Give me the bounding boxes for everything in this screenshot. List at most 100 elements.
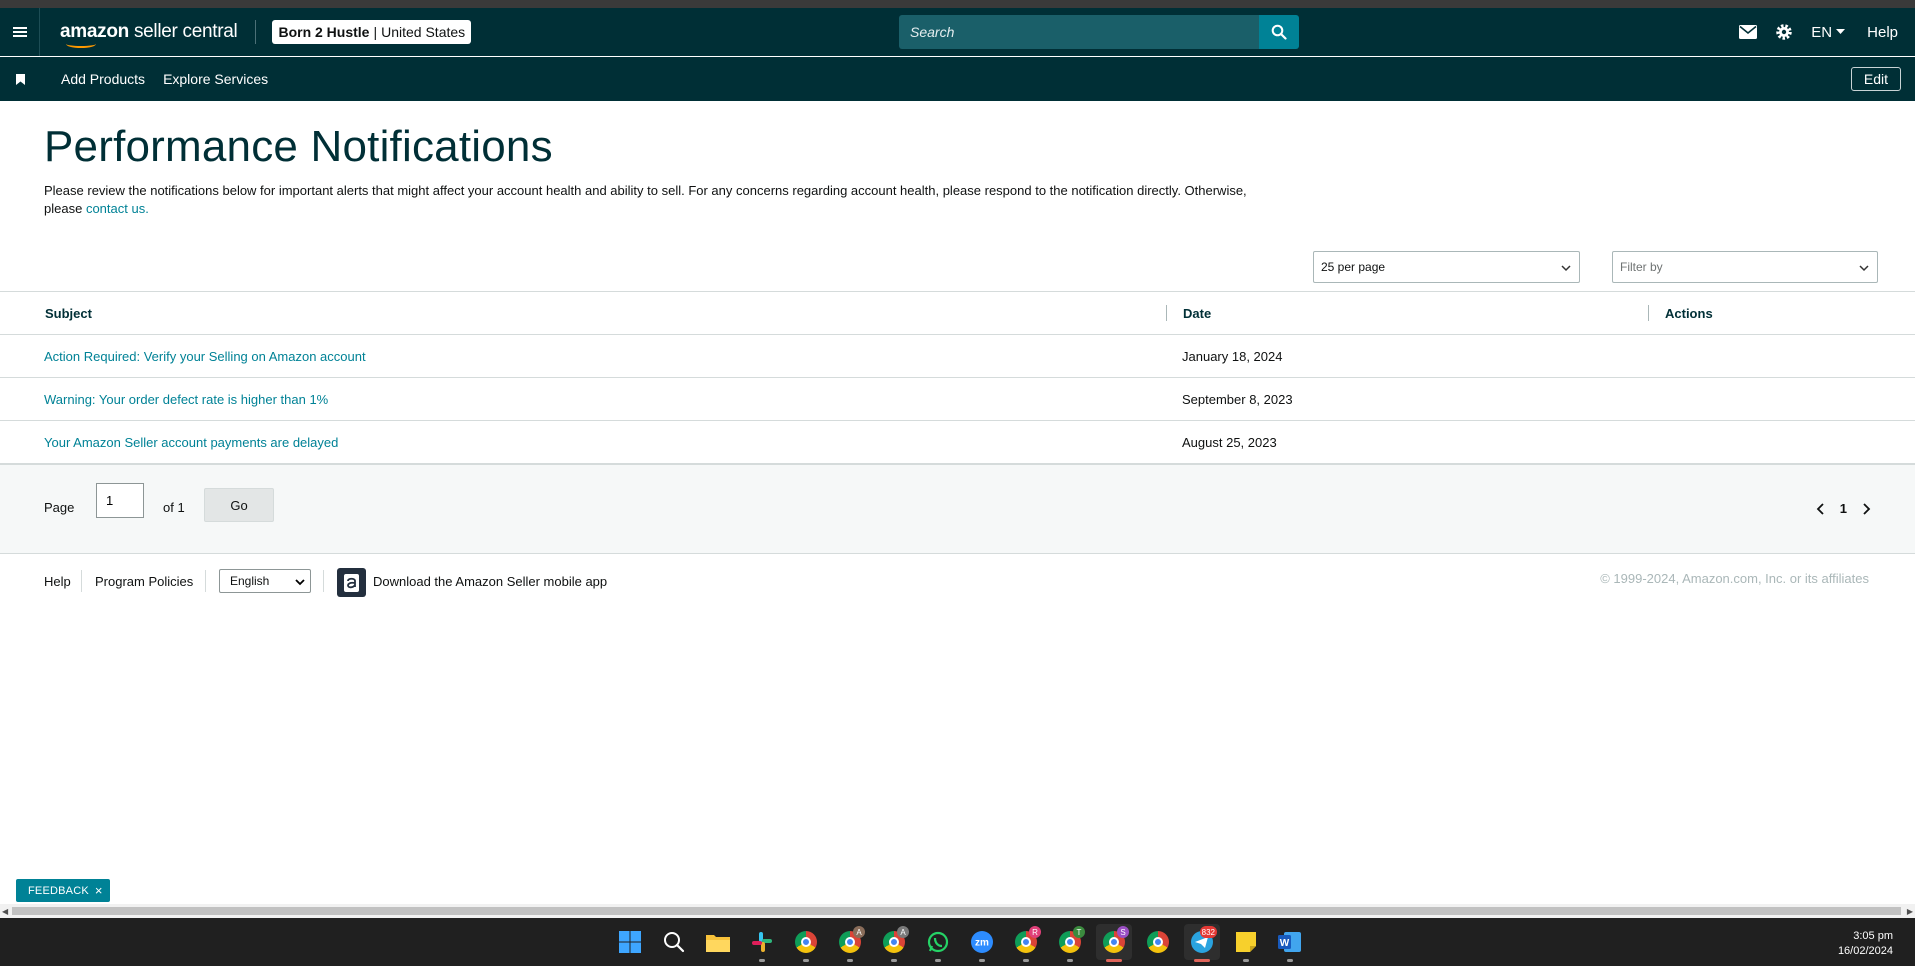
- notification-subject-link[interactable]: Action Required: Verify your Selling on …: [44, 349, 366, 364]
- help-link[interactable]: Help: [1867, 24, 1898, 41]
- filter-select[interactable]: Filter by: [1612, 251, 1878, 283]
- windows-start-icon[interactable]: [612, 924, 648, 960]
- go-button[interactable]: Go: [204, 488, 274, 522]
- chrome-profile-icon[interactable]: T: [1052, 924, 1088, 962]
- clock-time: 3:05 pm: [1853, 930, 1893, 942]
- notification-subject-link[interactable]: Warning: Your order defect rate is highe…: [44, 392, 328, 407]
- bookmark-icon[interactable]: [0, 73, 40, 85]
- sticky-notes-icon[interactable]: [1228, 924, 1264, 962]
- running-indicator: [891, 959, 897, 962]
- running-indicator: [979, 959, 985, 962]
- gear-icon[interactable]: [1775, 23, 1793, 41]
- clock-date: 16/02/2024: [1837, 945, 1893, 957]
- account-store-name: Born 2 Hustle: [278, 24, 370, 40]
- profile-badge: A: [897, 926, 909, 938]
- nav-explore-services[interactable]: Explore Services: [163, 71, 268, 87]
- word-icon[interactable]: W: [1272, 924, 1308, 962]
- horizontal-scrollbar[interactable]: ◀ ▶: [0, 904, 1915, 918]
- profile-badge: T: [1073, 926, 1085, 938]
- page-title: Performance Notifications: [44, 122, 553, 171]
- copyright-text: © 1999-2024, Amazon.com, Inc. or its aff…: [1600, 571, 1869, 586]
- active-indicator: [1106, 959, 1122, 962]
- amazon-app-icon[interactable]: [337, 568, 366, 597]
- chrome-profile-icon-active[interactable]: S: [1096, 924, 1132, 962]
- edit-nav-button[interactable]: Edit: [1850, 67, 1901, 91]
- description-text: Please review the notifications below fo…: [44, 183, 1247, 216]
- running-indicator: [1023, 959, 1029, 962]
- account-marketplace: United States: [381, 24, 466, 40]
- contact-us-link[interactable]: contact us.: [86, 201, 149, 216]
- chevron-right-icon[interactable]: [1861, 502, 1871, 515]
- filter-placeholder: Filter by: [1620, 260, 1663, 274]
- search-input[interactable]: [899, 15, 1259, 49]
- download-app-link[interactable]: Download the Amazon Seller mobile app: [373, 574, 607, 589]
- language-selector[interactable]: EN: [1811, 23, 1846, 41]
- running-indicator: [935, 959, 941, 962]
- per-page-select[interactable]: 25 per page: [1313, 251, 1580, 283]
- chevron-left-icon[interactable]: [1816, 502, 1826, 515]
- page-label: Page: [44, 500, 75, 515]
- whatsapp-icon[interactable]: [920, 924, 956, 962]
- mail-icon[interactable]: [1739, 25, 1758, 39]
- footer-language-select[interactable]: English: [219, 569, 311, 593]
- nav-bar: Add Products Explore Services Edit: [0, 57, 1915, 101]
- search-icon: [1271, 24, 1287, 40]
- zoom-icon[interactable]: zm: [964, 924, 1000, 962]
- footer-divider: [205, 570, 206, 592]
- column-divider: [1166, 305, 1167, 321]
- footer-program-policies-link[interactable]: Program Policies: [95, 574, 193, 589]
- svg-text:zm: zm: [975, 938, 989, 949]
- chevron-down-icon: [1561, 265, 1571, 272]
- page-number-input[interactable]: [96, 483, 144, 518]
- file-explorer-icon[interactable]: [700, 924, 736, 960]
- pagination-bar: Page of 1 Go 1: [0, 464, 1915, 554]
- system-clock[interactable]: 3:05 pm 16/02/2024: [1838, 929, 1893, 959]
- language-code: EN: [1811, 23, 1833, 41]
- column-subject[interactable]: Subject: [45, 306, 92, 321]
- chrome-icon[interactable]: [1140, 924, 1176, 960]
- scroll-right-icon[interactable]: ▶: [1907, 907, 1913, 916]
- page-navigator: 1: [1816, 501, 1871, 516]
- footer: Help Program Policies English Download t…: [0, 560, 1915, 604]
- chrome-icon[interactable]: [788, 924, 824, 962]
- nav-add-products[interactable]: Add Products: [61, 71, 145, 87]
- telegram-icon[interactable]: 832: [1184, 924, 1220, 962]
- notifications-table: Subject Date Actions Action Required: Ve…: [0, 291, 1915, 464]
- chevron-down-icon: [295, 579, 305, 586]
- running-indicator: [847, 959, 853, 962]
- hamburger-menu-icon[interactable]: [0, 8, 40, 56]
- search-button[interactable]: [1259, 15, 1299, 49]
- chrome-profile-icon[interactable]: R: [1008, 924, 1044, 962]
- table-row: Your Amazon Seller account payments are …: [0, 421, 1915, 464]
- chrome-profile-icon[interactable]: A: [832, 924, 868, 962]
- current-page-number[interactable]: 1: [1840, 501, 1847, 516]
- seller-central-logo[interactable]: amazon seller central: [60, 8, 238, 56]
- taskbar-search-icon[interactable]: [656, 924, 692, 960]
- footer-divider: [323, 570, 324, 592]
- chrome-profile-icon[interactable]: A: [876, 924, 912, 962]
- running-indicator: [1243, 959, 1249, 962]
- running-indicator: [1287, 959, 1293, 962]
- amazon-smile-icon: [66, 40, 96, 48]
- notification-subject-link[interactable]: Your Amazon Seller account payments are …: [44, 435, 338, 450]
- scrollbar-thumb[interactable]: [12, 907, 1901, 915]
- windows-taskbar: A A zm R T S 832 W 3:05 pm 16/02/2024: [0, 918, 1915, 966]
- account-switcher[interactable]: Born 2 Hustle | United States: [272, 20, 472, 44]
- page-description: Please review the notifications below fo…: [44, 182, 1284, 218]
- feedback-label: FEEDBACK: [28, 884, 89, 897]
- close-icon[interactable]: ×: [95, 883, 103, 898]
- table-row: Action Required: Verify your Selling on …: [0, 335, 1915, 378]
- feedback-tab[interactable]: FEEDBACK ×: [16, 879, 110, 902]
- slack-icon[interactable]: [744, 924, 780, 962]
- running-indicator: [803, 959, 809, 962]
- footer-help-link[interactable]: Help: [44, 574, 71, 589]
- chevron-down-icon: [1859, 265, 1869, 272]
- running-indicator: [759, 959, 765, 962]
- running-indicator: [1067, 959, 1073, 962]
- scroll-left-icon[interactable]: ◀: [2, 907, 8, 916]
- table-header: Subject Date Actions: [0, 291, 1915, 335]
- column-date[interactable]: Date: [1183, 306, 1211, 321]
- telegram-badge: 832: [1199, 926, 1217, 938]
- notification-date: August 25, 2023: [1182, 435, 1277, 450]
- footer-language-value: English: [230, 574, 270, 588]
